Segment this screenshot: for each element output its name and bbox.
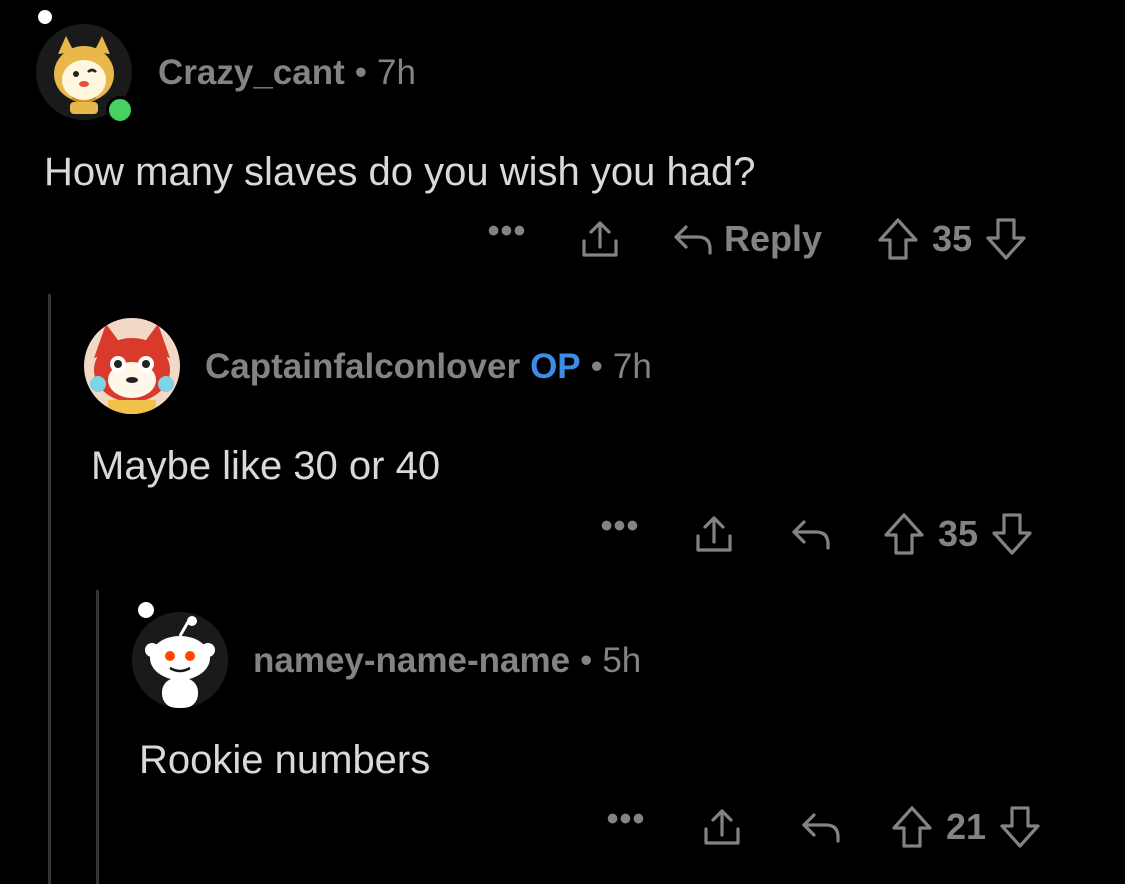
downvote-icon [992,513,1032,555]
upvote-button[interactable] [876,216,920,262]
comment-body: How many slaves do you wish you had? [44,150,756,194]
reply-label: Reply [724,218,823,259]
snoo-avatar-icon [132,612,228,708]
comment-actions: ••• 21 [606,802,1042,852]
reply-icon [802,813,840,843]
username[interactable]: Crazy_cant [158,53,345,92]
share-button[interactable] [692,512,736,556]
more-options-button[interactable]: ••• [600,509,640,543]
reply-icon [674,225,712,255]
reply-button[interactable] [788,512,832,556]
speech-bubble-icon [38,10,52,24]
comment-actions: ••• Reply 35 [484,214,1028,264]
comment-meta: Crazy_cant • 7h [158,53,416,93]
reply-button[interactable]: Reply [670,217,822,261]
separator-dot: • [580,641,593,680]
upvote-icon [884,513,924,555]
share-button[interactable] [578,217,622,261]
username[interactable]: Captainfalconlover [205,347,520,386]
upvote-icon [892,806,932,848]
share-icon [704,809,740,845]
timestamp: 5h [602,641,642,680]
share-button[interactable] [700,805,744,849]
downvote-button[interactable] [998,804,1042,850]
avatar[interactable] [84,318,180,414]
op-badge: OP [530,347,581,386]
upvote-button[interactable] [890,804,934,850]
cat-avatar-icon [84,318,180,414]
separator-dot: • [354,53,368,92]
upvote-button[interactable] [882,511,926,557]
thread-line-level-1[interactable] [48,294,51,884]
downvote-button[interactable] [990,511,1034,557]
username[interactable]: namey-name-name [253,641,570,680]
downvote-button[interactable] [984,216,1028,262]
more-options-button[interactable]: ••• [484,214,530,248]
comment-meta: namey-name-name • 5h [253,641,641,681]
comment-actions: ••• 35 [600,509,1034,559]
vote-score: 35 [932,218,973,259]
downvote-icon [986,218,1026,260]
vote-score: 21 [946,806,987,847]
reply-button[interactable] [798,805,842,849]
upvote-icon [878,218,918,260]
comment-body: Maybe like 30 or 40 [91,444,441,488]
online-indicator [106,96,134,124]
vote-score: 35 [938,513,979,554]
avatar[interactable] [36,10,134,124]
downvote-icon [1000,806,1040,848]
share-icon [582,221,618,257]
avatar[interactable] [132,602,228,708]
share-icon [696,516,732,552]
more-options-button[interactable]: ••• [606,802,646,836]
comment-body: Rookie numbers [139,738,431,782]
comment-meta: Captainfalconlover OP • 7h [205,347,652,387]
thread-line-level-2[interactable] [96,590,99,884]
separator-dot: • [590,347,603,386]
reply-icon [792,520,830,550]
timestamp: 7h [377,53,416,92]
speech-bubble-icon [138,602,154,618]
timestamp: 7h [612,347,652,386]
